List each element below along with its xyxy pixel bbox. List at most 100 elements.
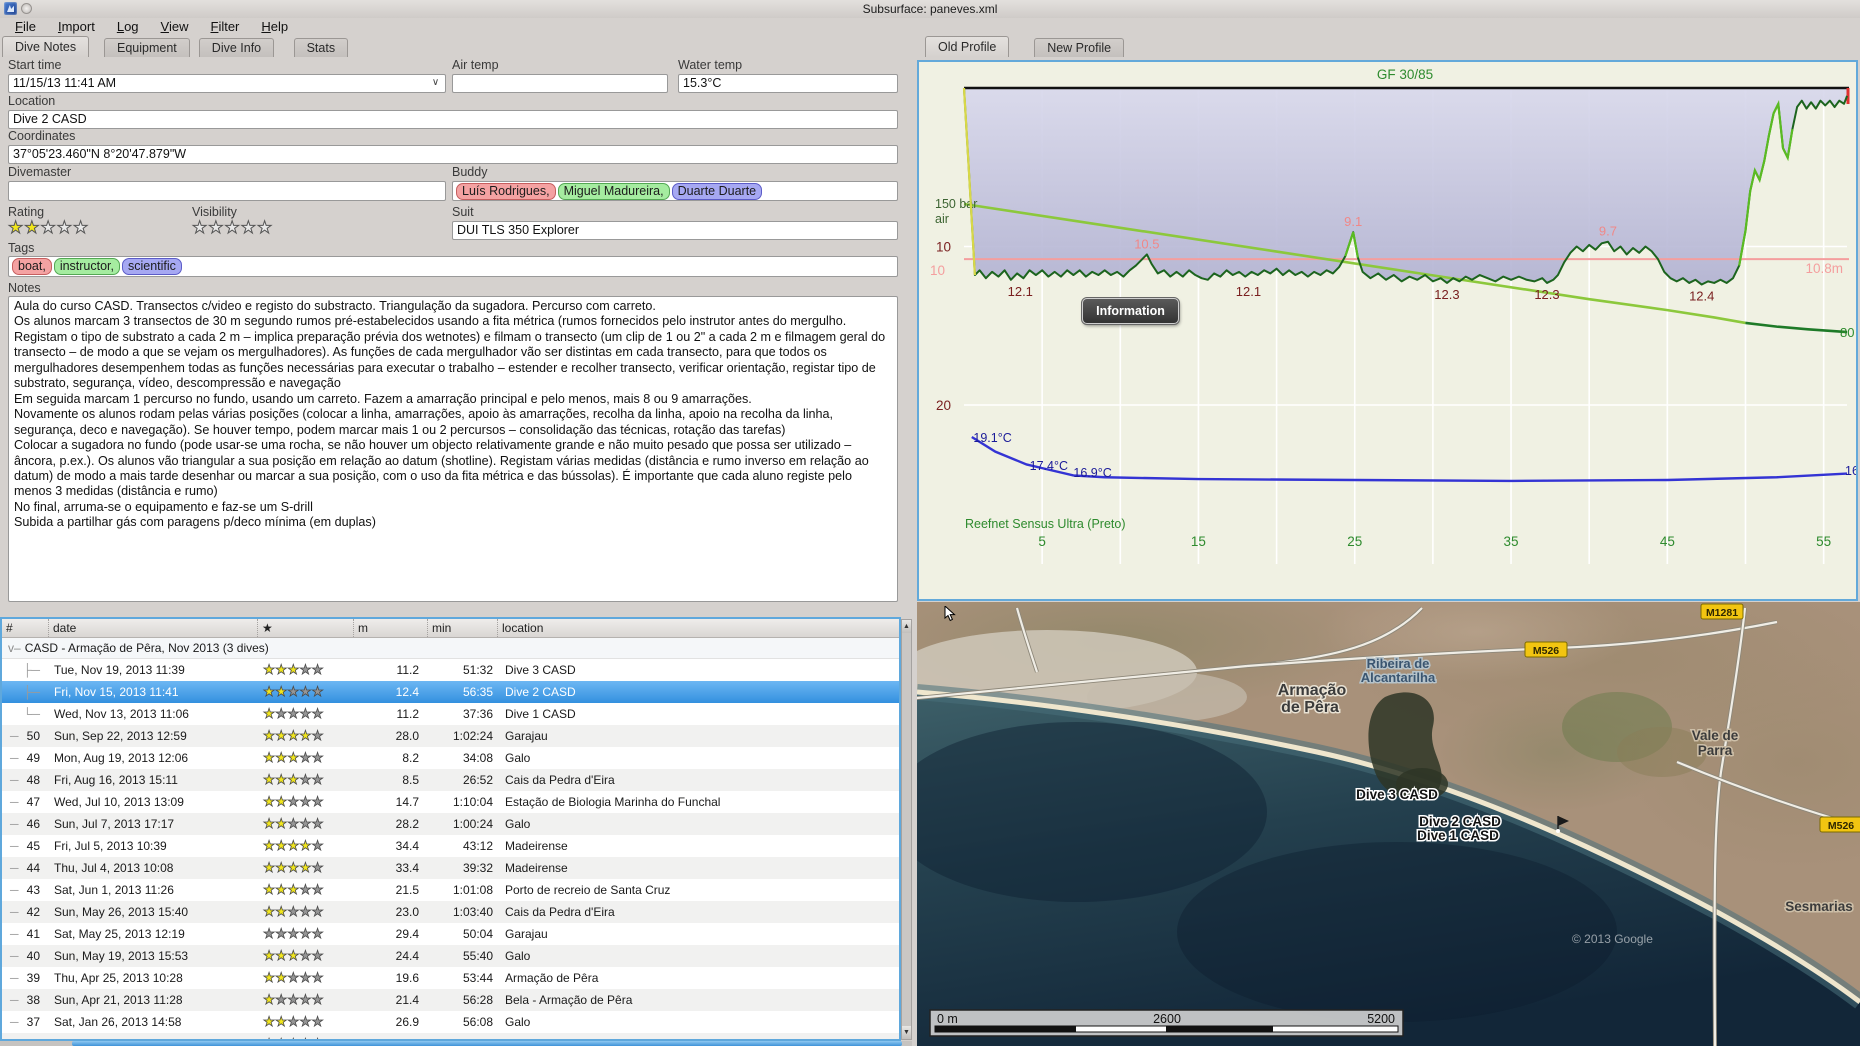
buddy-label: Buddy [452, 165, 488, 179]
tag-pill[interactable]: boat, [12, 258, 52, 275]
suit-field[interactable]: DUI TLS 350 Explorer [452, 221, 898, 240]
collapse-icon[interactable]: v– [8, 641, 21, 655]
coordinates-label: Coordinates [8, 129, 76, 143]
visibility-stars[interactable]: ★★★★★ [191, 218, 273, 237]
menu-help[interactable]: Help [252, 18, 297, 37]
dive-row[interactable]: ─ 46 Sun, Jul 7, 2013 17:17 ★★★★★ 28.2 1:00:2… [2, 813, 899, 835]
chevron-down-icon[interactable]: ∨ [428, 77, 443, 90]
air-temp-field[interactable] [452, 74, 668, 93]
dive-depth: 33.4 [395, 861, 419, 875]
dive-duration: 26:52 [462, 773, 493, 787]
dive-date: Fri, Nov 15, 2013 11:41 [54, 685, 179, 699]
notes-textarea[interactable]: Aula do curso CASD. Transectos c/video e… [8, 296, 898, 602]
dive-depth: 19.6 [395, 971, 419, 985]
menu-import[interactable]: Import [49, 18, 104, 37]
column-header-num[interactable]: # [2, 619, 48, 637]
tab-equipment[interactable]: Equipment [104, 38, 190, 57]
dive-row[interactable]: ─ 37 Sat, Jan 26, 2013 14:58 ★★★★★ 26.9 56:08… [2, 1011, 899, 1033]
tab-dive-info[interactable]: Dive Info [198, 38, 275, 57]
dive-duration: 1:10:04 [452, 795, 493, 809]
star-empty-icon[interactable]: ★ [256, 218, 273, 237]
dive-row[interactable]: ─ 43 Sat, Jun 1, 2013 11:26 ★★★★★ 21.5 1:01:0… [2, 879, 899, 901]
dive-list-vertical-scrollbar[interactable]: ▲ ▼ [901, 619, 912, 1040]
menu-log[interactable]: Log [108, 18, 148, 37]
dive-row[interactable]: └─ Wed, Nov 13, 2013 11:06 ★★★★★ 11.2 37:36 D… [2, 703, 899, 725]
dive-location: Bela - Armação de Pêra [505, 993, 633, 1007]
buddy-field[interactable]: Luís Rodrigues, Miguel Madureira, Duarte D… [452, 181, 898, 201]
dive-row[interactable]: ─ 50 Sun, Sep 22, 2013 12:59 ★★★★★ 28.0 1:02:… [2, 725, 899, 747]
dive-list-horizontal-scrollbar[interactable] [0, 1041, 912, 1046]
tab-dive-notes[interactable]: Dive Notes [2, 36, 90, 57]
location-field[interactable]: Dive 2 CASD [8, 110, 898, 129]
dive-row[interactable]: ─ 40 Sun, May 19, 2013 15:53 ★★★★★ 24.4 55:40… [2, 945, 899, 967]
menu-filter[interactable]: Filter [201, 18, 248, 37]
svg-text:10.8m: 10.8m [1805, 261, 1843, 276]
star-empty-icon[interactable]: ★ [40, 218, 57, 237]
tag-pill[interactable]: scientific [122, 258, 182, 275]
dive-location: Dive 3 CASD [505, 663, 576, 677]
scrollbar-thumb[interactable] [72, 1041, 902, 1046]
dive-depth: 11.2 [396, 707, 419, 721]
dive-row[interactable]: ─ 45 Fri, Jul 5, 2013 10:39 ★★★★★ 34.4 43:12 M… [2, 835, 899, 857]
dive-number: ─ 50 [10, 729, 40, 743]
star-empty-icon[interactable]: ★ [208, 218, 224, 237]
column-header-min[interactable]: min [427, 619, 497, 637]
scroll-down-icon[interactable]: ▼ [902, 1026, 911, 1039]
star-empty-icon[interactable]: ★ [224, 218, 241, 237]
svg-text:19.1°C: 19.1°C [973, 431, 1011, 445]
information-tooltip[interactable]: Information [1081, 297, 1180, 325]
dive-row[interactable]: ├─ Tue, Nov 19, 2013 11:39 ★★★★★ 11.2 51:32 D… [2, 659, 899, 681]
column-header-location[interactable]: location [497, 619, 899, 637]
dive-row[interactable]: ─36Sun, Jan 20, 2013 12:33★★★★★21.758:36… [2, 1033, 899, 1039]
column-header-date[interactable]: date [48, 619, 257, 637]
dive-profile-panel[interactable]: 10.8m 10 150 bar air 80 19.1°C 17.4°C 16.9°C 16 1… [917, 60, 1859, 601]
tab-new-profile[interactable]: New Profile [1034, 38, 1125, 57]
dive-profile-chart[interactable]: 10.8m10150 barair8019.1°C17.4°C 16.9°C 161… [919, 62, 1859, 599]
subsurface-window: Subsurface: paneves.xml File Import Log Vie… [0, 0, 1860, 1046]
coordinates-field[interactable]: 37°05'23.460"N 8°20'47.879"W [8, 145, 898, 164]
tab-old-profile[interactable]: Old Profile [925, 36, 1010, 57]
buddy-pill[interactable]: Duarte Duarte [671, 182, 763, 200]
map-canvas[interactable]: Armaçãode Pêra Ribeira deAlcantarilha Vale… [917, 602, 1860, 1046]
dive-list-table[interactable]: # date ★ m min location v– CASD - Armação de Pê… [0, 617, 901, 1041]
dive-row[interactable]: ─ 42 Sun, May 26, 2013 15:40 ★★★★★ 23.0 1:03:… [2, 901, 899, 923]
svg-text:Dive 3 CASD: Dive 3 CASD [1356, 787, 1438, 802]
dive-row[interactable]: ─ 44 Thu, Jul 4, 2013 10:08 ★★★★★ 33.4 39:32 M… [2, 857, 899, 879]
dive-duration: 1:00:24 [452, 817, 493, 831]
dive-row[interactable]: ─ 48 Fri, Aug 16, 2013 15:11 ★★★★★ 8.5 26:52 C… [2, 769, 899, 791]
tag-pill[interactable]: instructor, [53, 258, 120, 275]
tab-stats[interactable]: Stats [293, 38, 349, 57]
dive-list-header[interactable]: # date ★ m min location [2, 619, 899, 638]
star-filled-icon[interactable]: ★ [24, 218, 40, 237]
dive-location: Garajau [505, 927, 548, 941]
divemaster-field[interactable] [8, 181, 446, 201]
dive-row[interactable]: ─ 47 Wed, Jul 10, 2013 13:09 ★★★★★ 14.7 1:10:… [2, 791, 899, 813]
menu-view[interactable]: View [152, 18, 198, 37]
dive-site-map[interactable]: Armação de Pêra Ribeira de Alcantarilha Vale… [917, 602, 1860, 1046]
column-header-m[interactable]: m [353, 619, 427, 637]
rating-stars[interactable]: ★★★★★ [7, 218, 89, 237]
dive-row[interactable]: ─ 39 Thu, Apr 25, 2013 10:28 ★★★★★ 19.6 53:44… [2, 967, 899, 989]
start-time-combobox[interactable]: 11/15/13 11:41 AM ∨ [8, 74, 446, 93]
dive-row[interactable]: ├─ Fri, Nov 15, 2013 11:41 ★★★★★ 12.4 56:35 D… [2, 681, 899, 703]
star-empty-icon[interactable]: ★ [240, 218, 257, 237]
buddy-pill[interactable]: Luís Rodrigues, [456, 182, 556, 200]
dive-row[interactable]: ─ 41 Sat, May 25, 2013 12:19 ★★★★★ 29.4 50:04… [2, 923, 899, 945]
svg-text:25: 25 [1347, 534, 1362, 549]
tags-field[interactable]: boat, instructor, scientific [8, 256, 898, 277]
dive-number: ─ 39 [10, 971, 40, 985]
star-empty-icon[interactable]: ★ [56, 218, 73, 237]
star-empty-icon[interactable]: ★ [72, 218, 89, 237]
water-temp-field[interactable]: 15.3°C [678, 74, 898, 93]
scroll-up-icon[interactable]: ▲ [902, 620, 911, 633]
buddy-pill[interactable]: Miguel Madureira, [557, 182, 670, 200]
dive-depth: 12.4 [395, 685, 419, 699]
menu-file[interactable]: File [6, 18, 45, 37]
star-filled-icon[interactable]: ★ [7, 218, 24, 237]
trip-header-row[interactable]: v– CASD - Armação de Pêra, Nov 2013 (3 di… [2, 638, 899, 659]
dive-date: Sun, Apr 21, 2013 11:28 [54, 993, 183, 1007]
dive-row[interactable]: ─ 49 Mon, Aug 19, 2013 12:06 ★★★★★ 8.2 34:08 G… [2, 747, 899, 769]
star-empty-icon[interactable]: ★ [191, 218, 208, 237]
dive-row[interactable]: ─ 38 Sun, Apr 21, 2013 11:28 ★★★★★ 21.4 56:28… [2, 989, 899, 1011]
column-header-stars[interactable]: ★ [257, 619, 353, 637]
